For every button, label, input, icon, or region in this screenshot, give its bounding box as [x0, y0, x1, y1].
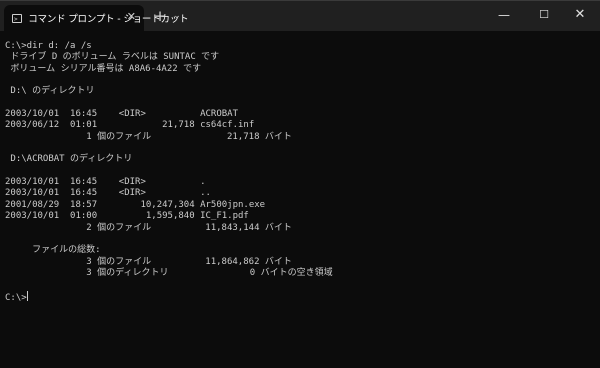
tab-command-prompt[interactable]: >_ コマンド プロンプト - ショートカット ✕: [4, 5, 189, 31]
terminal-output[interactable]: C:\>dir d: /a /s ドライブ D のボリューム ラベルは SUNT…: [5, 41, 595, 361]
title-bar: >_ コマンド プロンプト - ショートカット ✕ + ⌄ — ☐ ✕: [0, 1, 600, 31]
terminal-line: 1 個のファイル 21,718 バイト: [5, 131, 292, 142]
terminal-prompt-line[interactable]: C:\>: [5, 290, 595, 303]
maximize-button[interactable]: ☐: [524, 1, 564, 31]
terminal-line: 2 個のファイル 11,843,144 バイト: [5, 222, 292, 233]
terminal-line: 2003/10/01 01:00 1,595,840 IC_F1.pdf: [5, 211, 249, 222]
terminal-line: 2003/10/01 16:45 <DIR> .: [5, 177, 206, 188]
close-window-button[interactable]: ✕: [560, 1, 600, 31]
terminal-line: 3 個のディレクトリ 0 バイトの空き領域: [5, 267, 333, 278]
terminal-line: D:\ACROBAT のディレクトリ: [5, 154, 133, 165]
terminal-icon: >_: [12, 13, 23, 23]
terminal-line: ボリューム シリアル番号は A8A6-4A22 です: [5, 63, 202, 74]
terminal-line: 2003/10/01 16:45 <DIR> ACROBAT: [5, 109, 238, 120]
terminal-line: C:\>dir d: /a /s: [5, 41, 92, 51]
minimize-button[interactable]: —: [484, 1, 524, 31]
new-tab-button[interactable]: +: [152, 7, 168, 25]
tab-dropdown-button[interactable]: ⌄: [170, 7, 184, 25]
text-cursor: [26, 290, 28, 301]
terminal-line: 2003/10/01 16:45 <DIR> ..: [5, 188, 211, 199]
terminal-window: >_ コマンド プロンプト - ショートカット ✕ + ⌄ — ☐ ✕ C:\>…: [0, 0, 600, 368]
terminal-line: 3 個のファイル 11,864,862 バイト: [5, 256, 292, 267]
command-prompt: C:\>: [5, 292, 27, 303]
terminal-line: ファイルの総数:: [5, 245, 101, 256]
terminal-line: 2003/06/12 01:01 21,718 cs64cf.inf: [5, 120, 255, 131]
terminal-line: ドライブ D のボリューム ラベルは SUNTAC です: [5, 52, 220, 63]
terminal-line: D:\ のディレクトリ: [5, 86, 95, 97]
terminal-line: 2001/08/29 18:57 10,247,304 Ar500jpn.exe: [5, 199, 266, 210]
tab-close-icon[interactable]: ✕: [127, 10, 136, 23]
